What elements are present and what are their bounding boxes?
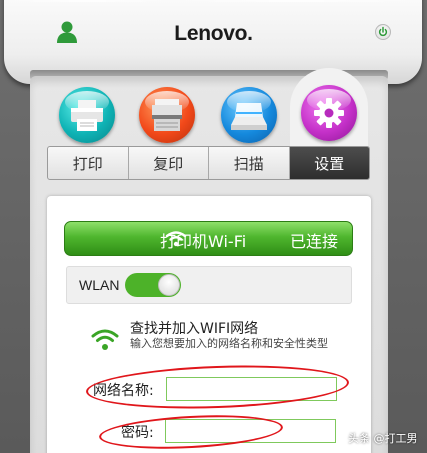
tab-bar: 打印 复印 扫描 设置 — [47, 146, 370, 180]
gear-icon[interactable] — [301, 85, 357, 141]
wlan-toggle[interactable] — [125, 273, 181, 297]
form-description: 输入您想要加入的网络名称和安全性类型 — [130, 337, 328, 350]
brand-logo: Lenovo. — [174, 22, 253, 45]
printer-icon[interactable] — [59, 87, 115, 143]
tab-print[interactable]: 打印 — [48, 147, 129, 179]
tab-copy[interactable]: 复印 — [129, 147, 209, 179]
form-title: 查找并加入WIFI网络 — [130, 321, 259, 337]
copier-icon[interactable] — [139, 87, 195, 143]
header-sheen — [4, 0, 422, 2]
scanner-icon[interactable] — [221, 87, 277, 143]
watermark: 头条 @打工男 — [348, 432, 418, 445]
wifi-bar-title: 打印机Wi-Fi — [160, 232, 247, 251]
wlan-row: WLAN — [66, 266, 352, 304]
tab-settings[interactable]: 设置 — [289, 147, 369, 179]
tab-scan[interactable]: 扫描 — [209, 147, 290, 179]
power-icon[interactable] — [375, 24, 391, 40]
wlan-toggle-knob — [158, 274, 180, 296]
wlan-label: WLAN — [79, 277, 120, 293]
wifi-bar-status: 已连接 — [290, 232, 339, 251]
wifi-icon — [91, 329, 119, 350]
